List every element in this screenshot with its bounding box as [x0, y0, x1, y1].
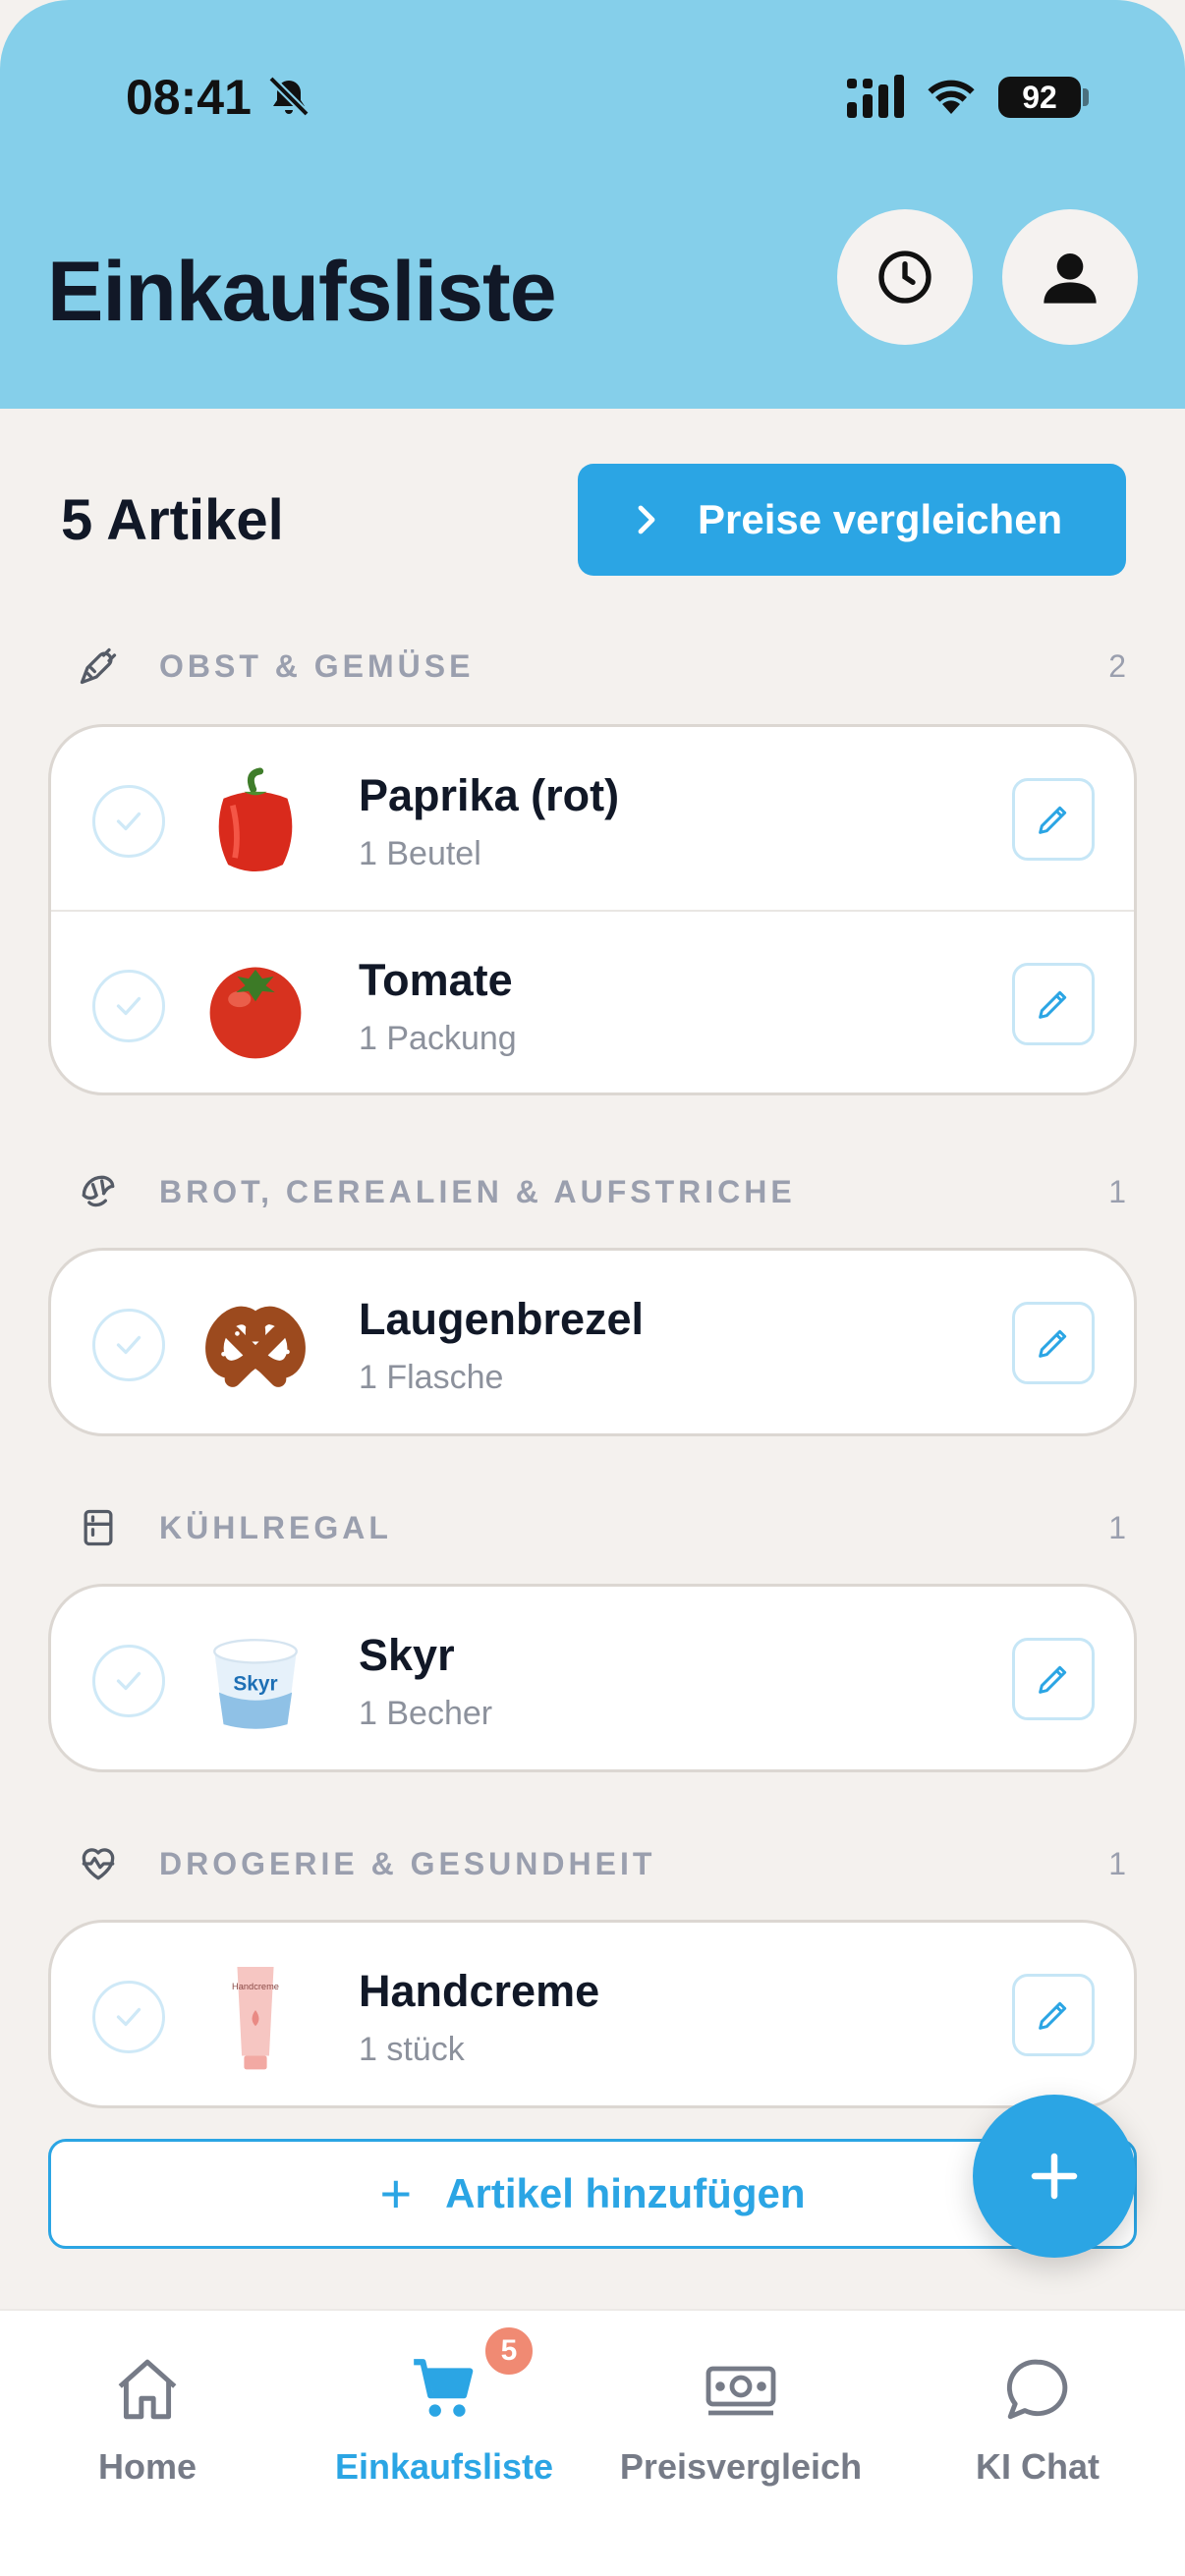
bottom-navigation: Home Einkaufsliste Preisvergleich KI Cha…	[0, 2309, 1185, 2576]
app-header: 08:41 92 Einkaufsliste	[0, 0, 1185, 409]
bell-muted-icon	[268, 76, 310, 117]
plus-icon: +	[379, 2162, 413, 2224]
item-checkbox[interactable]	[92, 785, 165, 858]
item-count: 5 Artikel	[61, 488, 284, 552]
page-title: Einkaufsliste	[47, 245, 557, 339]
item-quantity: 1 Beutel	[359, 835, 481, 872]
plus-icon	[1031, 2153, 1078, 2200]
edit-item-button[interactable]	[1012, 778, 1095, 861]
nav-label: KI Chat	[976, 2446, 1100, 2487]
item-quantity: 1 Packung	[359, 1020, 517, 1057]
list-item[interactable]: Handcreme Handcreme 1 stück	[51, 1923, 1134, 2105]
category-label: OBST & GEMÜSE	[159, 647, 475, 684]
handcream-image-text: Handcreme	[232, 1982, 279, 1991]
item-name: Handcreme	[359, 1966, 600, 2016]
add-item-label: Artikel hinzufügen	[445, 2170, 806, 2216]
user-icon	[1044, 253, 1097, 304]
profile-button[interactable]	[1002, 209, 1138, 345]
list-item[interactable]: Paprika (rot) 1 Beutel	[51, 727, 1134, 910]
list-item[interactable]: Laugenbrezel 1 Flasche	[51, 1251, 1134, 1433]
edit-item-button[interactable]	[1012, 1302, 1095, 1384]
status-time: 08:41	[126, 70, 252, 125]
nav-label: Home	[97, 2446, 198, 2487]
croissant-icon	[75, 1168, 122, 1215]
item-checkbox[interactable]	[92, 1645, 165, 1717]
add-item-button[interactable]: + Artikel hinzufügen	[48, 2139, 1137, 2249]
list-item[interactable]: Tomate 1 Packung	[51, 910, 1134, 1092]
compare-prices-button[interactable]: Preise vergleichen	[578, 464, 1126, 576]
check-icon	[116, 1671, 141, 1691]
pencil-icon	[1039, 2001, 1067, 2030]
chat-bubble-icon	[1006, 2359, 1068, 2420]
pencil-icon	[1039, 990, 1067, 1019]
list-item[interactable]: Skyr Skyr 1 Becher	[51, 1587, 1134, 1769]
category-header-kuehlregal: KÜHLREGAL 1	[75, 1500, 1126, 1555]
check-icon	[116, 996, 141, 1016]
clock-icon	[878, 251, 931, 304]
wifi-icon	[928, 80, 975, 114]
item-quantity: 1 stück	[359, 2031, 465, 2068]
item-name: Tomate	[359, 955, 513, 1005]
category-label: BROT, CEREALIEN & AUFSTRICHE	[159, 1173, 796, 1209]
paprika-image	[218, 767, 293, 872]
edit-item-button[interactable]	[1012, 1974, 1095, 2056]
banknote-icon	[705, 2366, 776, 2416]
cart-count-badge: 5	[481, 2324, 536, 2379]
check-icon	[116, 812, 141, 831]
pretzel-image	[205, 1306, 306, 1387]
history-button[interactable]	[837, 209, 973, 345]
nav-preisvergleich[interactable]: Preisvergleich	[593, 2350, 888, 2488]
tomato-image	[209, 967, 302, 1059]
heart-pulse-icon	[75, 1840, 122, 1887]
compare-prices-label: Preise vergleichen	[698, 496, 1063, 542]
nav-einkaufsliste[interactable]: Einkaufsliste	[297, 2350, 592, 2488]
item-quantity: 1 Becher	[359, 1695, 493, 1732]
edit-item-button[interactable]	[1012, 1638, 1095, 1720]
item-checkbox[interactable]	[92, 970, 165, 1042]
category-count: 1	[1108, 1173, 1126, 1209]
item-name: Paprika (rot)	[359, 770, 620, 820]
home-icon	[118, 2359, 177, 2420]
skyr-image: Skyr	[213, 1639, 298, 1729]
carrot-icon	[75, 643, 122, 690]
category-header-brot: BROT, CEREALIEN & AUFSTRICHE 1	[75, 1164, 1126, 1219]
nav-ki-chat[interactable]: KI Chat	[890, 2350, 1185, 2488]
category-count: 2	[1108, 647, 1126, 684]
category-card-brot: Laugenbrezel 1 Flasche	[48, 1248, 1137, 1436]
cart-icon	[414, 2359, 474, 2417]
category-count: 1	[1108, 1845, 1126, 1881]
pencil-icon	[1039, 806, 1067, 834]
category-label: KÜHLREGAL	[159, 1509, 392, 1545]
edit-item-button[interactable]	[1012, 963, 1095, 1045]
item-checkbox[interactable]	[92, 1309, 165, 1381]
category-card-obst-gemuese: Paprika (rot) 1 Beutel Tomate 1 Packung	[48, 724, 1137, 1095]
item-checkbox[interactable]	[92, 1981, 165, 2053]
check-icon	[116, 1335, 141, 1355]
category-card-kuehlregal: Skyr Skyr 1 Becher	[48, 1584, 1137, 1772]
handcream-image: Handcreme	[232, 1966, 279, 2070]
pencil-icon	[1039, 1665, 1067, 1694]
category-card-drogerie: Handcreme Handcreme 1 stück	[48, 1920, 1137, 2108]
category-label: DROGERIE & GESUNDHEIT	[159, 1845, 656, 1881]
floating-add-button[interactable]	[973, 2095, 1136, 2258]
chevron-right-icon	[638, 505, 655, 534]
nav-label: Einkaufsliste	[334, 2446, 554, 2487]
item-name: Laugenbrezel	[359, 1294, 645, 1344]
item-name: Skyr	[359, 1630, 455, 1680]
category-count: 1	[1108, 1509, 1126, 1545]
category-header-drogerie: DROGERIE & GESUNDHEIT 1	[75, 1836, 1126, 1891]
fridge-icon	[75, 1504, 122, 1551]
skyr-image-text: Skyr	[233, 1672, 277, 1695]
battery-cap	[1083, 88, 1089, 106]
item-quantity: 1 Flasche	[359, 1359, 504, 1396]
category-header-obst-gemuese: OBST & GEMÜSE 2	[75, 639, 1126, 694]
check-icon	[116, 2007, 141, 2027]
nav-label: Preisvergleich	[619, 2446, 863, 2487]
pencil-icon	[1039, 1329, 1067, 1358]
cellular-signal-icon	[847, 75, 904, 118]
battery-indicator: 92	[998, 77, 1081, 118]
nav-home[interactable]: Home	[0, 2350, 295, 2488]
